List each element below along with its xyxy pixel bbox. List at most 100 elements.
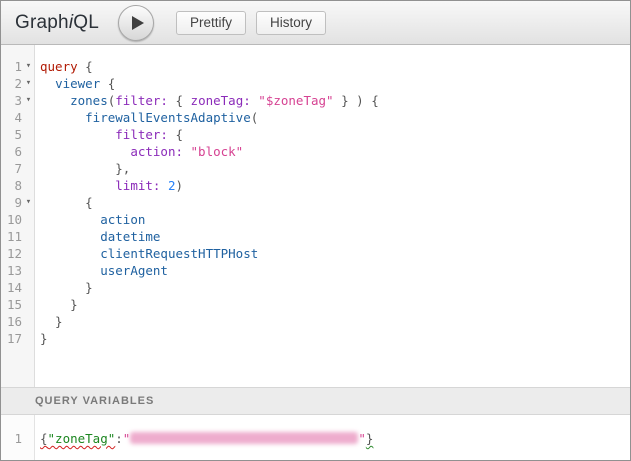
code-text: userAgent [35,262,168,279]
code-token: ( [251,110,259,125]
fold-gutter-spacer [22,228,35,245]
graphiql-window: GraphiQL Prettify History 1▾query {2▾ vi… [0,0,631,461]
execute-query-button[interactable] [118,5,154,41]
logo-text-pre: Graph [15,12,69,33]
fold-gutter-spacer [22,211,35,228]
query-variables-title: QUERY VARIABLES [35,395,154,407]
line-number: 5 [1,126,22,143]
line-number: 6 [1,143,22,160]
fold-gutter-spacer [22,126,35,143]
code-line[interactable]: 4 firewallEventsAdaptive( [1,109,630,126]
code-line[interactable]: 17} [1,330,630,347]
code-line[interactable]: 8 limit: 2) [1,177,630,194]
fold-gutter-spacer [22,313,35,330]
fold-gutter-spacer [22,143,35,160]
line-number: 16 [1,313,22,330]
code-token: } [40,331,48,346]
code-line[interactable]: 13 userAgent [1,262,630,279]
code-token: } [40,297,78,312]
history-button[interactable]: History [256,11,326,35]
line-number: 13 [1,262,22,279]
code-token [183,144,191,159]
code-text: } [35,330,48,347]
code-text: { [35,194,93,211]
code-text: firewallEventsAdaptive( [35,109,258,126]
code-token [40,229,100,244]
code-line[interactable]: 9▾ { [1,194,630,211]
code-line[interactable]: 10 action [1,211,630,228]
code-line[interactable]: 6 action: "block" [1,143,630,160]
fold-gutter-spacer [22,279,35,296]
code-token: filter: [115,127,168,142]
code-token: userAgent [100,263,168,278]
line-number: 3 [1,92,22,109]
code-text: zones(filter: { zoneTag: "$zoneTag" } ) … [35,92,379,109]
query-code[interactable]: 1▾query {2▾ viewer {3▾ zones(filter: { z… [1,45,630,347]
line-number: 12 [1,245,22,262]
code-token: action [100,212,145,227]
code-token: { [168,127,183,142]
fold-arrow-icon[interactable]: ▾ [22,194,35,211]
fold-gutter-spacer [22,245,35,262]
code-token: } [366,431,374,446]
code-line[interactable]: 1 {"zoneTag":""} [1,430,630,447]
code-token [40,246,100,261]
code-line[interactable]: 7 }, [1,160,630,177]
prettify-button[interactable]: Prettify [176,11,246,35]
play-icon [132,16,144,30]
fold-arrow-icon[interactable]: ▾ [22,75,35,92]
code-text: query { [35,58,93,75]
code-text: } [35,279,93,296]
code-line[interactable]: 15 } [1,296,630,313]
fold-arrow-icon[interactable]: ▾ [22,58,35,75]
code-line[interactable]: 2▾ viewer { [1,75,630,92]
code-line[interactable]: 3▾ zones(filter: { zoneTag: "$zoneTag" }… [1,92,630,109]
fold-gutter-spacer [22,109,35,126]
line-number: 2 [1,75,22,92]
code-token: filter: [115,93,168,108]
line-number: 1 [1,430,22,447]
line-number: 11 [1,228,22,245]
code-token: { [40,431,48,446]
code-text: filter: { [35,126,183,143]
code-token: query [40,59,78,74]
fold-gutter-spacer [22,330,35,347]
code-text: }, [35,160,130,177]
code-text: } [35,296,78,313]
line-number: 14 [1,279,22,296]
code-text: datetime [35,228,160,245]
code-text: clientRequestHTTPHost [35,245,258,262]
code-token [40,144,130,159]
code-token: { [100,76,115,91]
fold-gutter-spacer [22,160,35,177]
code-line[interactable]: 14 } [1,279,630,296]
line-number: 15 [1,296,22,313]
query-editor[interactable]: 1▾query {2▾ viewer {3▾ zones(filter: { z… [1,45,630,387]
code-line[interactable]: 1▾query { [1,58,630,75]
code-line[interactable]: 12 clientRequestHTTPHost [1,245,630,262]
code-text: action [35,211,145,228]
code-line[interactable]: 16 } [1,313,630,330]
code-text: limit: 2) [35,177,183,194]
code-text: {"zoneTag":""} [35,430,373,447]
code-token: } ) { [334,93,379,108]
code-token: viewer [55,76,100,91]
code-token [40,212,100,227]
variables-code[interactable]: 1 {"zoneTag":""} [1,415,630,447]
code-line[interactable]: 11 datetime [1,228,630,245]
code-token: } [40,314,63,329]
code-line[interactable]: 5 filter: { [1,126,630,143]
code-token: firewallEventsAdaptive [85,110,251,125]
variables-editor[interactable]: 1 {"zoneTag":""} [1,415,630,460]
code-token: limit: [115,178,160,193]
fold-arrow-icon[interactable]: ▾ [22,92,35,109]
code-token: "$zoneTag" [258,93,333,108]
code-token: { [168,93,191,108]
line-number: 1 [1,58,22,75]
line-number: 10 [1,211,22,228]
line-number: 8 [1,177,22,194]
query-variables-header[interactable]: QUERY VARIABLES [1,387,630,415]
code-text: action: "block" [35,143,243,160]
code-token: action: [130,144,183,159]
code-token [160,178,168,193]
